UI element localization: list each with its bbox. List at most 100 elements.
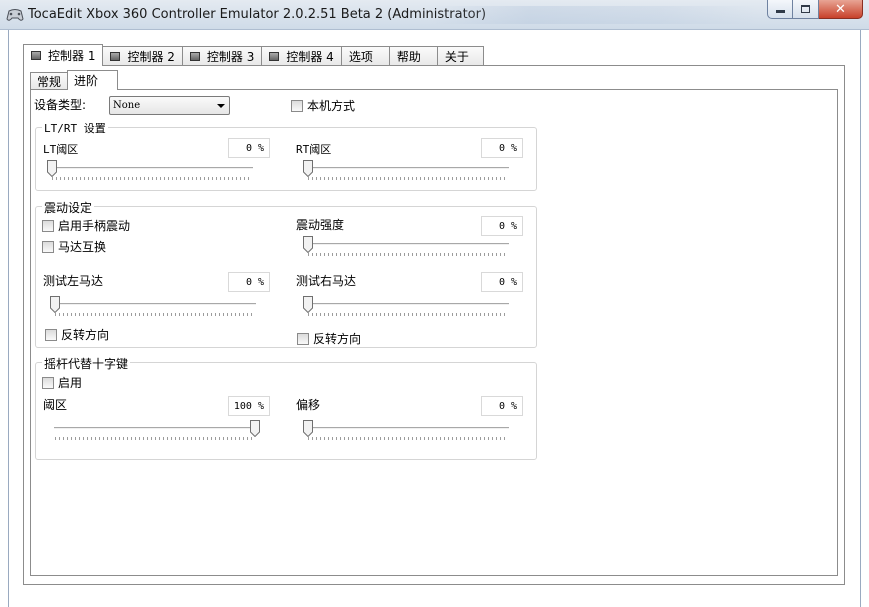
tab-controller-1[interactable]: 控制器 1 [23,44,104,66]
checkbox-box [42,240,54,253]
checkbox-box [291,99,303,112]
ltrt-group-title: LT/RT 设置 [42,120,108,136]
controller-square-icon [110,52,121,61]
minimize-button[interactable] [767,0,793,19]
right-motor-value: 0 % [481,272,523,292]
device-type-value: None [113,100,141,111]
vibration-strength-slider[interactable] [303,236,513,260]
right-invert-checkbox[interactable]: 反转方向 [297,330,361,347]
controller-square-icon [269,52,280,61]
maximize-button[interactable] [793,0,819,19]
slider-thumb[interactable] [303,296,313,313]
slider-thumb[interactable] [303,160,313,177]
controller-tabs: 控制器 1 控制器 2 控制器 3 控制器 4 选项 帮助 关于 [23,44,484,66]
window-client: 控制器 1 控制器 2 控制器 3 控制器 4 选项 帮助 关于 常规 进阶 设… [8,30,861,607]
settings-subtabs: 常规 进阶 [30,70,119,90]
dpad-offset-slider[interactable] [303,420,513,444]
left-motor-slider[interactable] [50,296,260,320]
slider-thumb[interactable] [50,296,60,313]
swap-motors-label: 马达互换 [58,240,107,254]
dpad-enable-checkbox[interactable]: 启用 [42,374,82,391]
right-motor-slider[interactable] [303,296,513,320]
rt-deadzone-value: 0 % [481,138,523,158]
swap-motors-checkbox[interactable]: 马达互换 [42,238,106,255]
tab-options[interactable]: 选项 [340,46,390,66]
vibration-group-title: 震动设定 [42,199,95,216]
rt-deadzone-slider[interactable] [303,160,513,184]
controller-tab-panel: 常规 进阶 设备类型: None 本机方式 LT/RT 设置 LT阈区 0 % [23,65,845,585]
advanced-panel: 设备类型: None 本机方式 LT/RT 设置 LT阈区 0 % RT阈区 0… [30,89,838,576]
tab-help[interactable]: 帮助 [388,46,438,66]
slider-thumb[interactable] [303,236,313,253]
slider-thumb[interactable] [303,420,313,437]
dpad-group-title: 摇杆代替十字键 [42,355,131,372]
gamepad-icon [6,9,24,21]
rt-deadzone-label: RT阈区 [296,143,332,156]
checkbox-box [297,332,309,345]
subtab-advanced[interactable]: 进阶 [67,70,119,90]
dpad-offset-label: 偏移 [296,398,321,412]
lt-deadzone-slider[interactable] [47,160,257,184]
title-bar[interactable]: TocaEdit Xbox 360 Controller Emulator 2.… [0,0,869,30]
controller-square-icon [31,51,41,60]
slider-rail [54,303,256,305]
vibration-strength-label: 震动强度 [296,218,345,232]
device-type-select[interactable]: None [109,96,230,115]
enable-vibration-checkbox[interactable]: 启用手柄震动 [42,217,130,234]
lt-deadzone-label: LT阈区 [43,143,79,156]
slider-rail [51,167,253,169]
lt-deadzone-value: 0 % [228,138,270,158]
dpad-deadzone-value: 100 % [228,396,270,416]
window-controls: ✕ [767,0,863,19]
dpad-settings-group: 摇杆代替十字键 [35,355,537,460]
native-mode-checkbox[interactable]: 本机方式 [291,97,355,114]
subtab-label: 常规 [37,75,62,89]
dpad-offset-value: 0 % [481,396,523,416]
close-icon: ✕ [835,1,846,17]
slider-ticks [308,253,508,256]
slider-rail [307,243,509,245]
window-title: TocaEdit Xbox 360 Controller Emulator 2.… [28,7,487,22]
close-button[interactable]: ✕ [819,0,863,19]
tab-controller-2[interactable]: 控制器 2 [102,46,183,66]
slider-thumb[interactable] [47,160,57,177]
slider-ticks [308,437,508,440]
slider-rail [307,427,509,429]
tab-about[interactable]: 关于 [436,46,484,66]
checkbox-box [42,376,54,389]
slider-ticks [52,177,252,180]
native-mode-label: 本机方式 [307,99,356,113]
minimize-icon [775,10,785,13]
tab-label: 控制器 2 [127,50,175,64]
right-motor-label: 测试右马达 [296,274,357,288]
slider-ticks [55,313,255,316]
right-invert-label: 反转方向 [313,332,362,346]
tab-label: 帮助 [396,50,421,64]
tab-label: 关于 [444,50,469,64]
tab-label: 控制器 3 [206,50,255,64]
device-type-label: 设备类型: [34,98,87,112]
tab-label: 控制器 4 [286,50,334,64]
vibration-strength-value: 0 % [481,216,523,236]
subtab-label: 进阶 [74,74,99,88]
tab-label: 控制器 1 [48,49,96,63]
chevron-down-icon [217,104,225,108]
subtab-general[interactable]: 常规 [30,72,69,90]
slider-rail [307,303,509,305]
tab-controller-3[interactable]: 控制器 3 [181,46,263,66]
slider-thumb[interactable] [250,420,260,437]
enable-vibration-label: 启用手柄震动 [58,219,131,233]
dpad-deadzone-slider[interactable] [50,420,260,444]
dpad-enable-label: 启用 [58,376,83,390]
maximize-icon [801,5,810,13]
left-motor-value: 0 % [228,272,270,292]
controller-square-icon [189,52,200,61]
tab-controller-4[interactable]: 控制器 4 [261,46,342,66]
dpad-deadzone-label: 阈区 [43,398,68,412]
left-motor-label: 测试左马达 [43,274,104,288]
left-invert-checkbox[interactable]: 反转方向 [45,326,109,343]
left-invert-label: 反转方向 [61,328,110,342]
checkbox-box [45,328,57,341]
slider-ticks [308,313,508,316]
tab-label: 选项 [348,50,373,64]
